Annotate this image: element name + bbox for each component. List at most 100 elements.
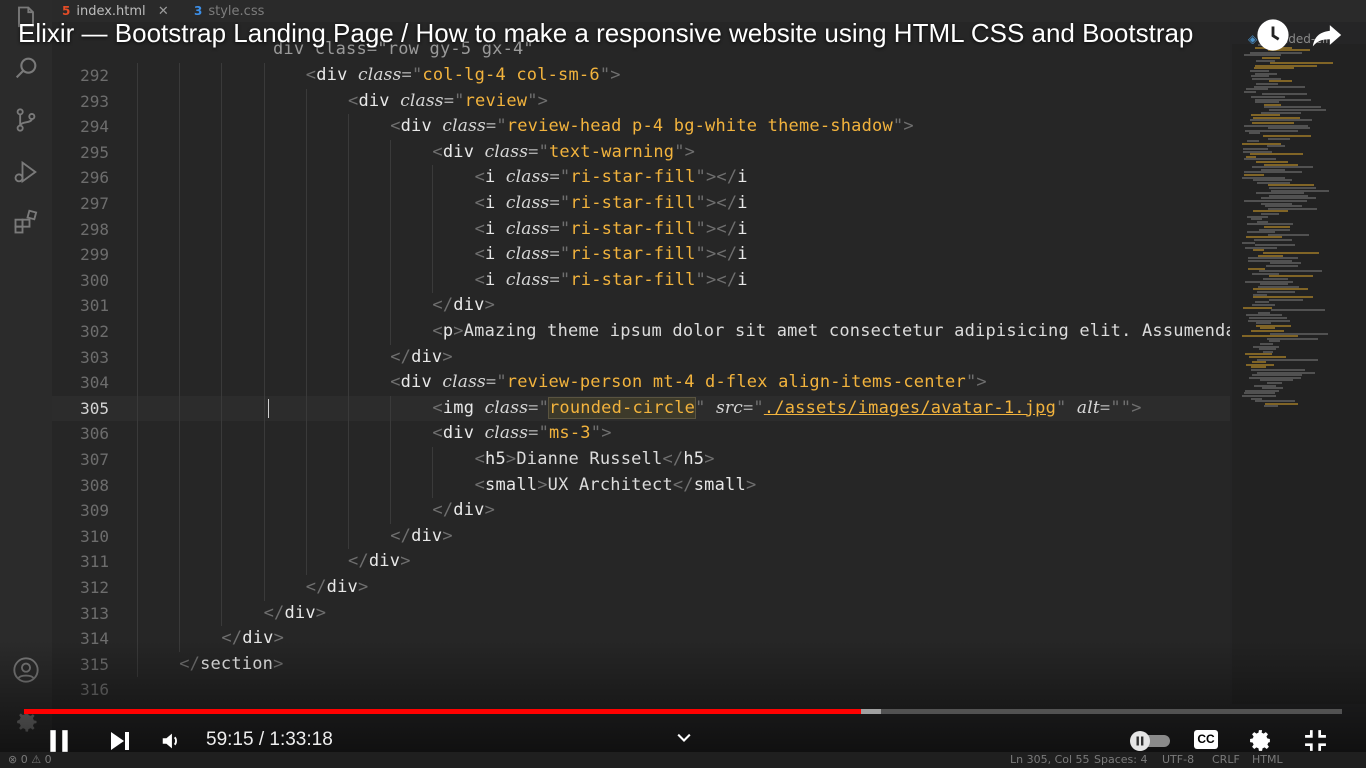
indent-guide (137, 63, 138, 89)
inner-text: Amazing theme ipsum dolor sit amet conse… (463, 321, 1230, 341)
quote: " (892, 116, 904, 137)
chapters-button[interactable] (674, 728, 694, 748)
line-text: <div class="col-lg-4 col-sm-6"> (306, 63, 621, 89)
tag-name: h5 (683, 449, 705, 469)
code-area[interactable]: div class="row gy-5 gx-4" 292 <div class=… (52, 22, 1230, 712)
line-text: </div> (348, 549, 411, 575)
settings-button[interactable] (1248, 728, 1273, 753)
indent-guide (221, 293, 223, 319)
pause-button[interactable] (46, 728, 72, 754)
bracket: </ (432, 500, 454, 521)
bracket: < (474, 218, 486, 239)
line-ending[interactable]: CRLF (1212, 752, 1240, 768)
bracket: > (537, 90, 549, 111)
time-display: 59:15 / 1:33:18 (206, 729, 333, 751)
captions-button[interactable]: CC (1194, 728, 1221, 752)
attr-value: rounded-circle (547, 396, 697, 419)
indent-guide (263, 395, 265, 422)
share-button[interactable] (1310, 18, 1344, 52)
quote: " (559, 193, 571, 213)
tag-name: i (485, 269, 496, 290)
code-line: 306 <div class="ms-3"> (52, 421, 1230, 447)
indent-guide (137, 319, 138, 345)
code-line: 311 </div> (52, 549, 1230, 575)
cursor-position[interactable]: Ln 305, Col 55 (1010, 752, 1090, 768)
bracket: < (432, 423, 443, 444)
indent-guide (263, 523, 265, 550)
quote: " (559, 269, 571, 290)
watch-later-button[interactable] (1256, 18, 1290, 52)
bracket: > (705, 269, 717, 290)
tab-close-icon[interactable]: ✕ (158, 4, 169, 19)
bracket: < (432, 321, 443, 341)
encoding[interactable]: UTF-8 (1162, 752, 1194, 768)
autoplay-toggle[interactable] (1128, 731, 1172, 751)
bracket: > (976, 372, 987, 393)
bracket: </ (390, 346, 412, 367)
bracket: > (705, 218, 717, 239)
video-title[interactable]: Elixir — Bootstrap Landing Page / How to… (18, 18, 1193, 49)
indentation[interactable]: Spaces: 4 (1094, 752, 1147, 768)
indent-guide (221, 395, 223, 422)
problems-indicator[interactable]: ⊗ 0 ⚠ 0 (8, 752, 52, 768)
line-text: <i class="ri-star-fill"></i (475, 191, 748, 217)
indent-guide (137, 344, 138, 371)
inner-text: Dianne Russell (516, 449, 663, 469)
bracket: > (1131, 397, 1142, 418)
attr-value: review-head p-4 bg-white theme-shadow (506, 116, 893, 137)
indent-guide (137, 114, 138, 140)
indent-guide (305, 370, 307, 396)
line-number: 297 (80, 194, 109, 213)
line-text: <i class="ri-star-fill"></i (475, 165, 748, 191)
indent-guide (348, 242, 349, 268)
code-line: 310 </div> (52, 523, 1230, 550)
indent-guide (221, 600, 223, 627)
indent-guide (432, 242, 434, 268)
volume-button[interactable] (160, 730, 182, 752)
indent-guide (390, 165, 392, 191)
minimap[interactable] (1232, 44, 1366, 704)
attr-value: text-warning (549, 141, 675, 162)
quote: " (496, 116, 507, 137)
next-button[interactable] (108, 729, 132, 753)
bracket: < (474, 244, 486, 265)
attr-name: class (357, 65, 402, 85)
extensions-icon[interactable] (12, 208, 40, 236)
search-icon[interactable] (12, 54, 40, 82)
run-debug-icon[interactable] (12, 158, 40, 186)
quote: " (538, 141, 549, 162)
gear-icon (1250, 730, 1270, 751)
line-text: <i class="ri-star-fill"></i (475, 268, 748, 294)
indent-guide (305, 498, 307, 524)
language-mode[interactable]: HTML (1252, 752, 1283, 768)
code-line: 301 </div> (52, 293, 1230, 319)
quote: " (559, 244, 571, 265)
attr-name: class (484, 397, 529, 418)
indent-guide (390, 191, 392, 217)
indent-guide (221, 575, 223, 601)
tag-name: i (737, 218, 748, 239)
progress-bar[interactable] (24, 709, 1342, 714)
bracket: </ (305, 577, 327, 597)
exit-fullscreen-button[interactable] (1303, 728, 1328, 753)
indent-guide (263, 242, 265, 268)
source-control-icon[interactable] (12, 106, 40, 134)
indent-guide (263, 293, 265, 319)
line-text: <h5>Dianne Russell</h5> (475, 447, 715, 473)
bracket: < (474, 449, 486, 469)
equals: = (1099, 397, 1111, 418)
line-number: 309 (80, 501, 109, 521)
indent-guide (137, 395, 138, 422)
attr-value: ri-star-fill (570, 167, 696, 188)
indent-guide (137, 370, 138, 396)
current-time: 59:15 (206, 729, 254, 750)
indent-guide (432, 216, 434, 243)
indent-guide (221, 421, 223, 447)
attr-value: ri-star-fill (570, 218, 696, 239)
indent-guide (263, 191, 265, 217)
indent-guide (263, 165, 265, 191)
code-line: 292 <div class="col-lg-4 col-sm-6"> (52, 63, 1230, 89)
indent-guide (263, 549, 265, 575)
indent-guide (179, 600, 181, 627)
bracket: </ (716, 193, 738, 213)
